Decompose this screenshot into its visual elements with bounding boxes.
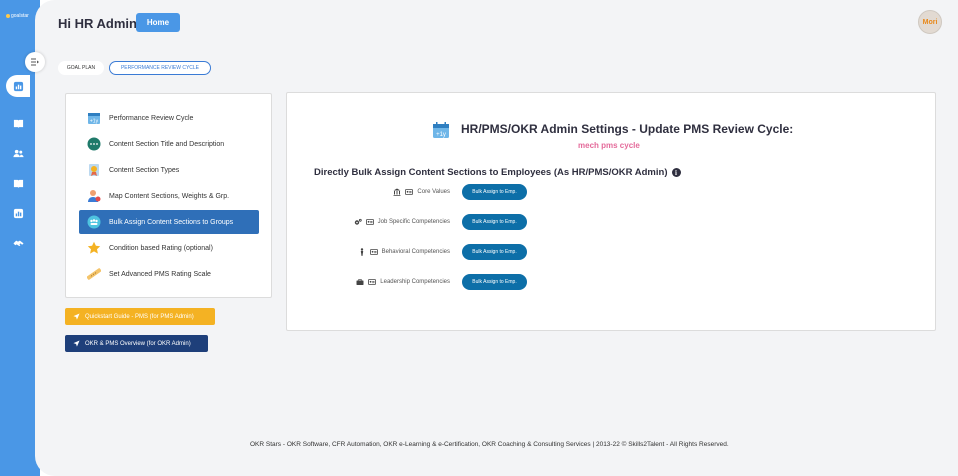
- brand-logo: goalstar: [6, 13, 29, 19]
- bulk-assign-job-specific-button[interactable]: Bulk Assign to Emp.: [462, 214, 527, 230]
- okr-overview-label: OKR & PMS Overview (for OKR Admin): [85, 340, 191, 347]
- rocket-icon: [73, 340, 80, 347]
- page-greeting: Hi HR Admin: [58, 16, 137, 31]
- briefcase-icon: [356, 278, 364, 286]
- users-icon[interactable]: [12, 147, 24, 159]
- section-label: Core Values: [417, 189, 450, 195]
- menu-item-label: Set Advanced PMS Rating Scale: [109, 270, 211, 278]
- section-heading-text: Directly Bulk Assign Content Sections to…: [314, 167, 668, 178]
- settings-menu: +1y Performance Review Cycle Content Sec…: [65, 93, 272, 298]
- menu-item-rating-scale[interactable]: Set Advanced PMS Rating Scale: [79, 262, 259, 286]
- menu-item-label: Map Content Sections, Weights & Grp.: [109, 192, 230, 200]
- dots-icon: [87, 137, 101, 151]
- section-label: Job Specific Competencies: [377, 219, 450, 225]
- footer-copyright: OKR Stars - OKR Software, CFR Automation…: [250, 441, 729, 448]
- star-icon: [87, 241, 101, 255]
- ruler-icon: [87, 267, 101, 281]
- section-row-core-values: Core Values: [300, 184, 450, 200]
- badge-icon: [87, 163, 101, 177]
- id-card-icon: [369, 248, 378, 256]
- book-icon[interactable]: [12, 117, 24, 129]
- menu-collapse-icon: [31, 58, 39, 66]
- section-label: Behavioral Competencies: [381, 249, 450, 255]
- menu-item-bulk-assign[interactable]: Bulk Assign Content Sections to Groups: [79, 210, 259, 234]
- tab-performance-review-cycle[interactable]: PERFORMANCE REVIEW CYCLE: [109, 61, 211, 75]
- journal-icon[interactable]: [12, 177, 24, 189]
- avatar[interactable]: Mori: [918, 10, 942, 34]
- quickstart-guide-button[interactable]: Quickstart Guide - PMS (for PMS Admin): [65, 308, 215, 325]
- menu-item-content-section-title[interactable]: Content Section Title and Description: [79, 132, 259, 156]
- menu-item-content-section-types[interactable]: Content Section Types: [79, 158, 259, 182]
- page-title: HR/PMS/OKR Admin Settings - Update PMS R…: [461, 122, 794, 136]
- svg-text:+1y: +1y: [436, 132, 446, 138]
- menu-item-condition-rating[interactable]: Condition based Rating (optional): [79, 236, 259, 260]
- bulk-assign-core-values-button[interactable]: Bulk Assign to Emp.: [462, 184, 527, 200]
- okr-overview-button[interactable]: OKR & PMS Overview (for OKR Admin): [65, 335, 208, 352]
- menu-item-performance-review-cycle[interactable]: +1y Performance Review Cycle: [79, 106, 259, 130]
- avatar-text: Mori: [922, 18, 938, 26]
- section-heading: Directly Bulk Assign Content Sections to…: [314, 167, 681, 178]
- menu-item-label: Performance Review Cycle: [109, 114, 194, 122]
- bulk-assign-behavioral-button[interactable]: Bulk Assign to Emp.: [462, 244, 527, 260]
- bank-icon: [393, 188, 401, 196]
- group-icon: [87, 215, 101, 229]
- id-card-icon: [405, 188, 414, 196]
- section-row-job-specific: Job Specific Competencies: [300, 214, 450, 230]
- chart-icon[interactable]: [12, 207, 24, 219]
- tab-goal-plan[interactable]: GOAL PLAN: [58, 61, 104, 75]
- menu-item-label: Content Section Title and Description: [109, 140, 225, 148]
- home-button[interactable]: Home: [136, 13, 180, 32]
- info-icon[interactable]: i: [671, 168, 681, 177]
- calendar-icon: +1y: [87, 111, 101, 125]
- menu-item-label: Bulk Assign Content Sections to Groups: [109, 218, 234, 226]
- quickstart-label: Quickstart Guide - PMS (for PMS Admin): [85, 313, 194, 320]
- menu-item-label: Content Section Types: [109, 166, 180, 174]
- cycle-name: mech pms cycle: [578, 141, 640, 150]
- section-label: Leadership Competencies: [380, 279, 450, 285]
- section-row-behavioral: Behavioral Competencies: [300, 244, 450, 260]
- id-card-icon: [368, 278, 377, 286]
- section-row-leadership: Leadership Competencies: [300, 274, 450, 290]
- menu-item-map-content-sections[interactable]: Map Content Sections, Weights & Grp.: [79, 184, 259, 208]
- svg-text:+1y: +1y: [90, 119, 99, 125]
- dashboard-icon[interactable]: [12, 80, 24, 92]
- gears-icon: [354, 218, 362, 226]
- person-icon: [358, 248, 366, 256]
- collapse-sidebar-button[interactable]: [25, 52, 45, 72]
- bulk-assign-leadership-button[interactable]: Bulk Assign to Emp.: [462, 274, 527, 290]
- id-card-icon: [365, 218, 374, 226]
- handshake-icon[interactable]: [12, 236, 24, 248]
- calendar-icon: +1y: [433, 122, 449, 138]
- user-map-icon: [87, 189, 101, 203]
- rocket-icon: [73, 313, 80, 320]
- menu-item-label: Condition based Rating (optional): [109, 244, 213, 252]
